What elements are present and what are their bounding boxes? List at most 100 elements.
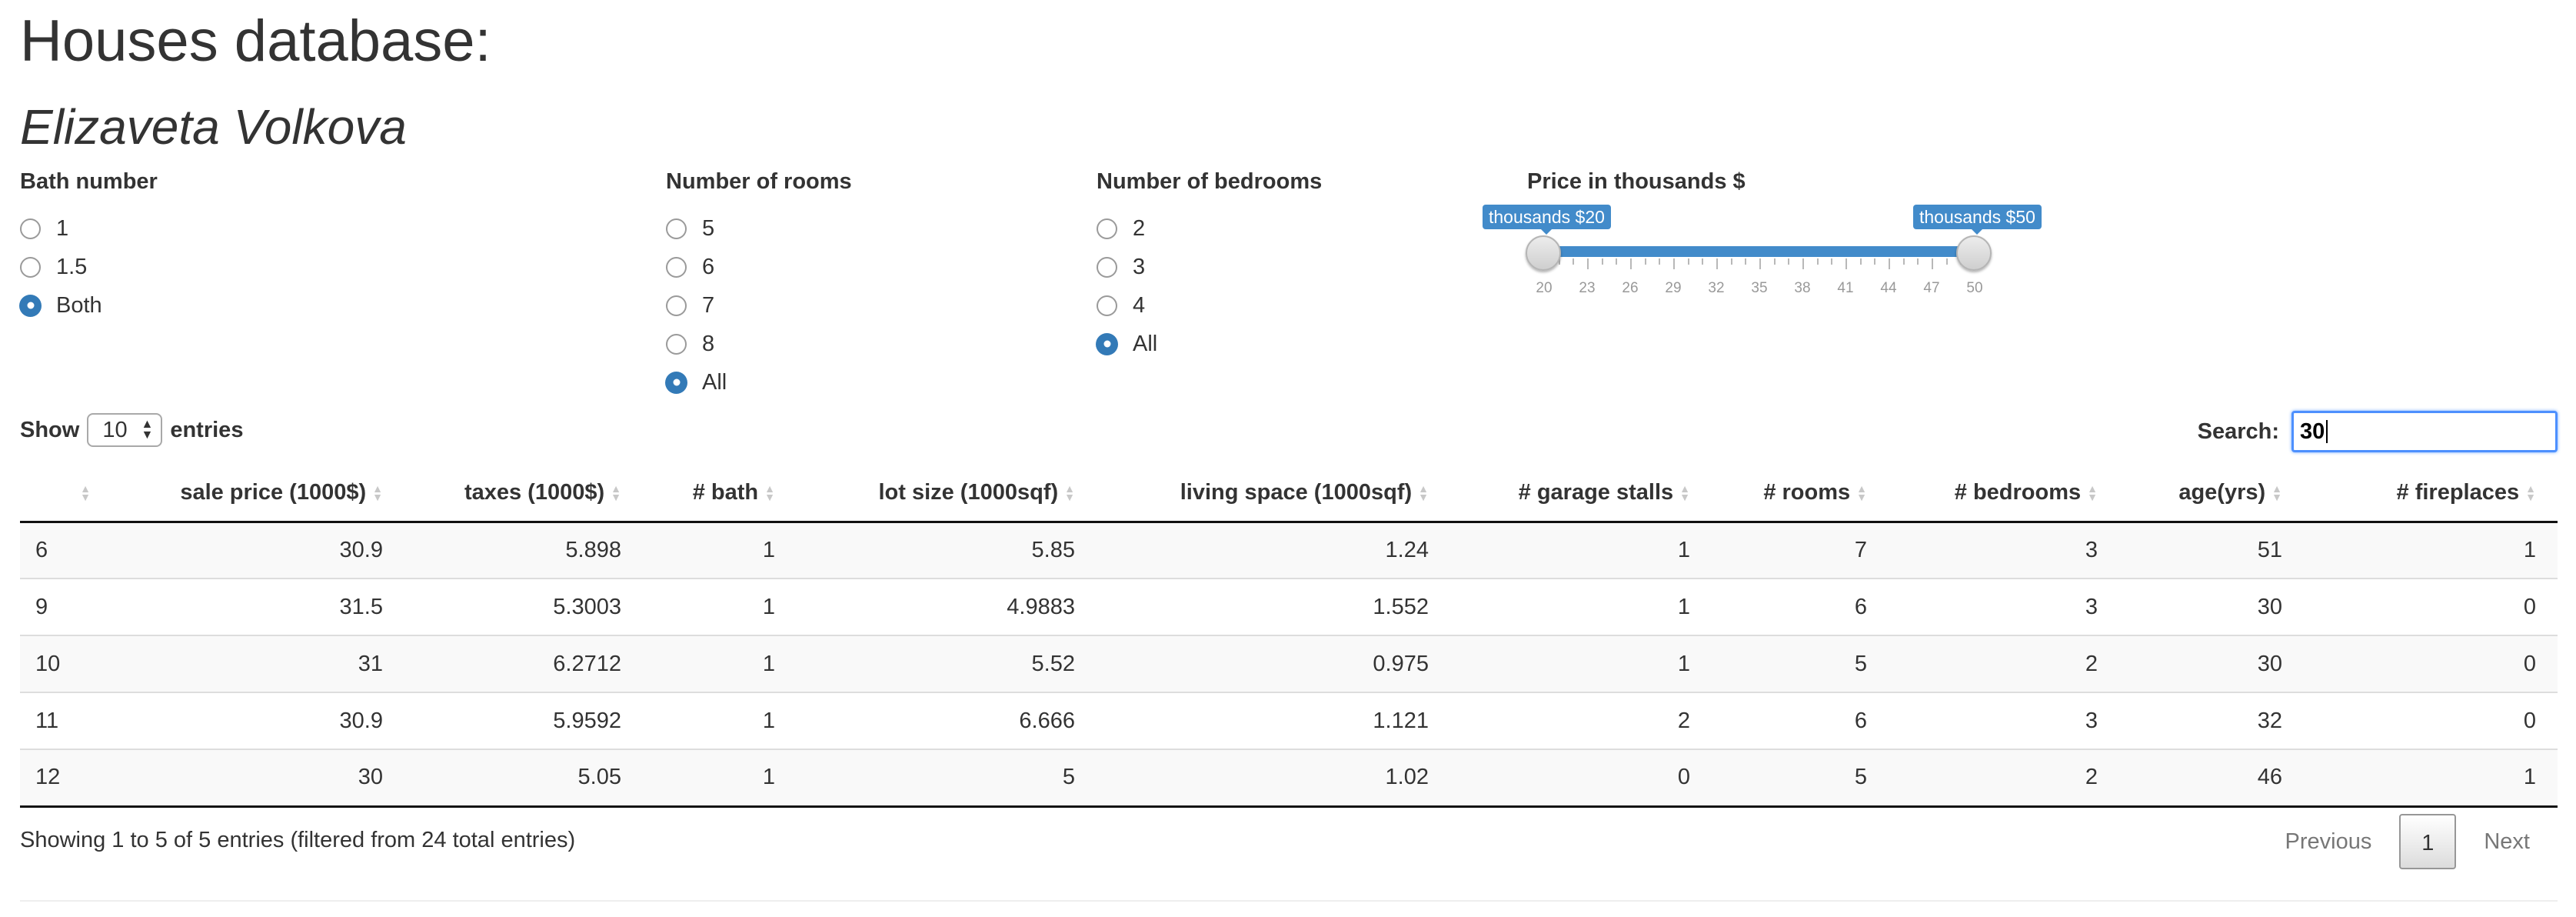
- table-cell: 3: [1889, 522, 2119, 579]
- radio-label: All: [1133, 331, 1158, 356]
- radio-label: 8: [702, 331, 715, 356]
- column-header[interactable]: # bedrooms ▲ ▼: [1889, 465, 2119, 523]
- table-cell: 1: [1450, 578, 1712, 635]
- table-cell: 2: [1450, 692, 1712, 749]
- table-header-row: ▲ ▼ sale price (1000$) ▲ ▼ taxes (1000$) ▲ ▼ # b…: [20, 465, 2558, 523]
- next-button[interactable]: Next: [2456, 814, 2558, 869]
- table-row[interactable]: 12 30 5.05 1 5 1.02 0 5 2 46 1: [20, 749, 2558, 808]
- bath-filter: Bath number 1 1.5 Both: [20, 168, 158, 325]
- slider-tick: [1616, 258, 1618, 265]
- column-header[interactable]: # garage stalls ▲ ▼: [1450, 465, 1712, 523]
- radio-button[interactable]: [666, 256, 687, 278]
- table-cell: 1: [2304, 749, 2558, 808]
- author-name: Elizaveta Volkova: [20, 99, 407, 155]
- column-header[interactable]: sale price (1000$) ▲ ▼: [112, 465, 404, 523]
- page-length-select[interactable]: 10 ▲ ▼: [87, 413, 163, 447]
- table-row[interactable]: 10 31 6.2712 1 5.52 0.975 1 5 2 30 0: [20, 635, 2558, 692]
- table-cell: 5: [1712, 635, 1889, 692]
- table-row[interactable]: 9 31.5 5.3003 1 4.9883 1.552 1 6 3 30 0: [20, 578, 2558, 635]
- table-cell: 1.121: [1097, 692, 1450, 749]
- column-header[interactable]: # fireplaces ▲ ▼: [2304, 465, 2558, 523]
- slider-tick: [1687, 258, 1689, 265]
- price-slider-bar[interactable]: [1544, 246, 1975, 257]
- table-row[interactable]: 6 30.9 5.898 1 5.85 1.24 1 7 3 51 1: [20, 522, 2558, 579]
- column-header[interactable]: lot size (1000sqf) ▲ ▼: [797, 465, 1097, 523]
- slider-tick: [1816, 258, 1819, 265]
- radio-button[interactable]: [666, 295, 687, 316]
- slider-tick: [1802, 258, 1804, 269]
- radio-button[interactable]: [666, 372, 687, 393]
- sort-icon: ▲ ▼: [764, 482, 775, 504]
- bedrooms-option-3[interactable]: 3: [1097, 248, 1322, 286]
- table-cell: 30.9: [112, 692, 404, 749]
- houses-table: ▲ ▼ sale price (1000$) ▲ ▼ taxes (1000$) ▲ ▼ # b…: [20, 465, 2558, 808]
- bath-option-both[interactable]: Both: [20, 286, 158, 325]
- radio-button[interactable]: [666, 218, 687, 239]
- radio-button[interactable]: [1097, 218, 1117, 239]
- radio-button[interactable]: [20, 295, 41, 316]
- slider-tick: [1889, 258, 1890, 269]
- bedrooms-option-all[interactable]: All: [1097, 325, 1322, 363]
- previous-button[interactable]: Previous: [2258, 814, 2400, 869]
- search-input[interactable]: 30: [2291, 411, 2558, 452]
- radio-button[interactable]: [20, 218, 41, 239]
- column-header[interactable]: taxes (1000$) ▲ ▼: [404, 465, 643, 523]
- radio-button[interactable]: [1097, 333, 1117, 355]
- slider-tick-label: 47: [1923, 280, 1940, 296]
- column-header[interactable]: living space (1000sqf) ▲ ▼: [1097, 465, 1450, 523]
- row-index-cell: 10: [20, 635, 112, 692]
- price-high-handle[interactable]: [1956, 235, 1992, 271]
- rooms-filter-label: Number of rooms: [666, 169, 852, 194]
- bath-option-1[interactable]: 1: [20, 209, 158, 248]
- row-index-cell: 9: [20, 578, 112, 635]
- column-header[interactable]: # rooms ▲ ▼: [1712, 465, 1889, 523]
- bedrooms-option-4[interactable]: 4: [1097, 286, 1322, 325]
- table-cell: 0: [2304, 578, 2558, 635]
- table-cell: 5.52: [797, 635, 1097, 692]
- table-cell: 0: [2304, 692, 2558, 749]
- sort-icon: ▲ ▼: [372, 482, 383, 504]
- bedrooms-option-2[interactable]: 2: [1097, 209, 1322, 248]
- slider-tick-label: 23: [1579, 280, 1596, 296]
- table-cell: 0: [1450, 749, 1712, 808]
- price-slider-ticks: [1544, 258, 1976, 274]
- slider-tick-label: 41: [1837, 280, 1854, 296]
- rooms-filter: Number of rooms 5 6 7 8 All: [666, 168, 852, 402]
- price-high-tooltip: thousands $50: [1913, 205, 2042, 235]
- table-row[interactable]: 11 30.9 5.9592 1 6.666 1.121 2 6 3 32 0: [20, 692, 2558, 749]
- table-cell: 1: [2304, 522, 2558, 579]
- table-cell: 31: [112, 635, 404, 692]
- page-1-button[interactable]: 1: [2399, 814, 2457, 869]
- slider-tick: [1788, 258, 1790, 265]
- sort-icon: ▲ ▼: [2271, 482, 2282, 504]
- page-title: Houses database:: [20, 8, 491, 74]
- column-header-index[interactable]: ▲ ▼: [20, 465, 112, 523]
- table-search: Search: 30: [2198, 411, 2558, 452]
- slider-tick: [1644, 258, 1646, 265]
- slider-tick: [1874, 258, 1876, 265]
- table-cell: 1.02: [1097, 749, 1450, 808]
- bath-option-1-5[interactable]: 1.5: [20, 248, 158, 286]
- rooms-option-6[interactable]: 6: [666, 248, 852, 286]
- table-cell: 5.05: [404, 749, 643, 808]
- price-low-handle[interactable]: [1526, 235, 1561, 271]
- radio-button[interactable]: [20, 256, 41, 278]
- search-label: Search:: [2197, 418, 2279, 444]
- radio-label: 5: [702, 215, 715, 241]
- radio-button[interactable]: [1097, 295, 1117, 316]
- column-header[interactable]: # bath ▲ ▼: [643, 465, 797, 523]
- table-cell: 1: [643, 749, 797, 808]
- table-cell: 5: [797, 749, 1097, 808]
- rooms-option-7[interactable]: 7: [666, 286, 852, 325]
- column-header[interactable]: age(yrs) ▲ ▼: [2119, 465, 2304, 523]
- slider-tick: [1773, 258, 1776, 265]
- radio-button[interactable]: [1097, 256, 1117, 278]
- slider-tick-label: 50: [1966, 280, 1983, 296]
- radio-button[interactable]: [666, 333, 687, 355]
- rooms-option-5[interactable]: 5: [666, 209, 852, 248]
- rooms-option-all[interactable]: All: [666, 363, 852, 402]
- rooms-option-8[interactable]: 8: [666, 325, 852, 363]
- slider-tick-label: 35: [1751, 280, 1768, 296]
- slider-tick: [1859, 258, 1862, 265]
- table-cell: 46: [2119, 749, 2304, 808]
